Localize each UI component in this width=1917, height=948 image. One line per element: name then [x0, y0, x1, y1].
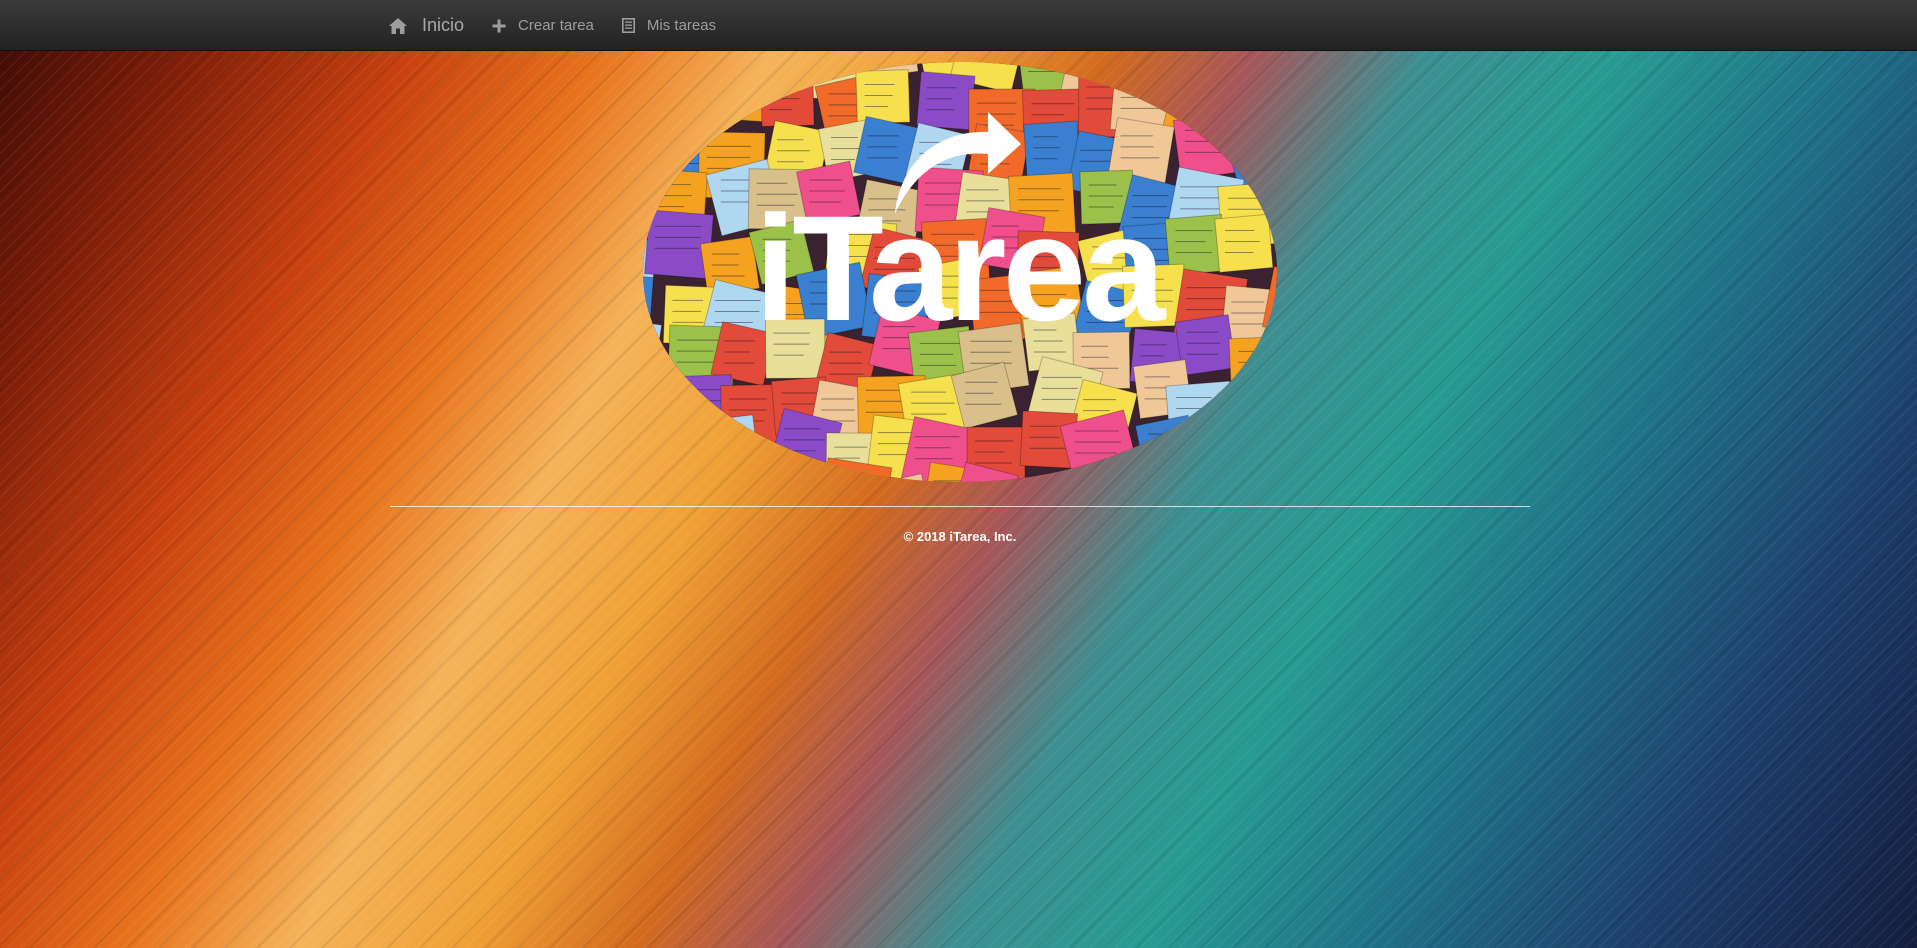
nav-create-task-link[interactable]: Crear tarea: [492, 17, 594, 34]
top-navbar: Inicio Crear tarea Mis tareas: [0, 0, 1917, 51]
home-icon: [389, 17, 407, 34]
nav-my-tasks-link[interactable]: Mis tareas: [621, 17, 717, 34]
list-icon: [621, 18, 635, 33]
nav-home-link[interactable]: Inicio: [388, 15, 464, 36]
footer-divider: [390, 506, 1530, 507]
logo-wordmark: iTarea: [755, 112, 1171, 352]
plus-icon: [492, 19, 506, 32]
itarea-logo: iTarea: [643, 62, 1277, 482]
nav-container: Inicio Crear tarea Mis tareas: [388, 0, 744, 51]
logo-text: iTarea: [755, 184, 1167, 352]
nav-home-label: Inicio: [422, 15, 465, 35]
nav-create-task-label: Crear tarea: [518, 17, 594, 34]
footer-copyright: © 2018 iTarea, Inc.: [903, 529, 1017, 544]
nav-my-tasks-label: Mis tareas: [646, 17, 717, 34]
